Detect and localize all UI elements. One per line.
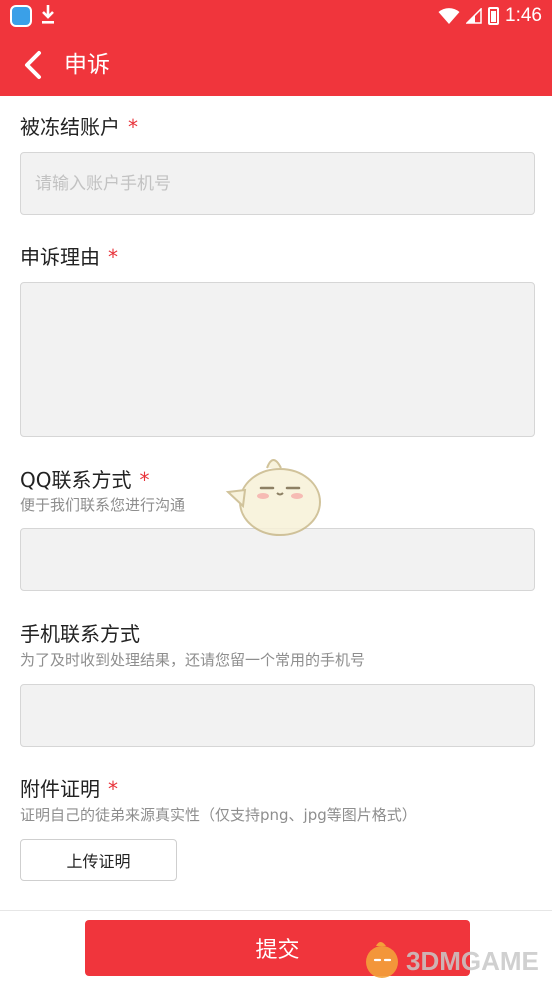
phone-contact-input[interactable] [21, 685, 534, 746]
attachment-label: 附件证明 * [20, 777, 118, 801]
back-button[interactable] [10, 42, 56, 88]
app-icon [10, 5, 32, 27]
watermark: 3DMGAME [358, 940, 548, 980]
page-title: 申诉 [64, 52, 110, 78]
watermark-logo-icon [366, 942, 398, 978]
required-mark: * [108, 245, 118, 269]
upload-proof-button[interactable]: 上传证明 [20, 839, 177, 881]
wifi-icon [438, 8, 460, 24]
frozen-account-label: 被冻结账户 * [20, 115, 138, 139]
frozen-account-input[interactable] [21, 153, 534, 214]
required-mark: * [108, 777, 118, 801]
appeal-reason-textarea[interactable] [21, 283, 534, 436]
signal-icon [466, 8, 482, 24]
qq-contact-hint: 便于我们联系您进行沟通 [20, 496, 186, 514]
qq-contact-label: QQ联系方式 * [20, 468, 150, 492]
phone-contact-hint: 为了及时收到处理结果，还请您留一个常用的手机号 [20, 651, 366, 669]
phone-contact-field-box [20, 684, 535, 747]
attachment-hint: 证明自己的徒弟来源真实性（仅支持png、jpg等图片格式） [20, 806, 417, 824]
battery-icon [488, 7, 500, 25]
required-mark: * [139, 468, 150, 492]
clock: 1:46 [505, 5, 542, 26]
download-icon [40, 3, 56, 30]
phone-contact-label: 手机联系方式 [20, 622, 140, 646]
app-bar: 申诉 [0, 34, 552, 96]
divider [0, 910, 552, 911]
mascot-sticker-icon [225, 459, 321, 536]
status-bar: 1:46 [0, 0, 552, 34]
chevron-left-icon [25, 51, 41, 79]
required-mark: * [128, 115, 138, 139]
watermark-text: 3DMGAME [406, 946, 539, 976]
appeal-reason-label: 申诉理由 * [20, 245, 118, 269]
frozen-account-field-box [20, 152, 535, 215]
appeal-reason-field-box [20, 282, 535, 437]
